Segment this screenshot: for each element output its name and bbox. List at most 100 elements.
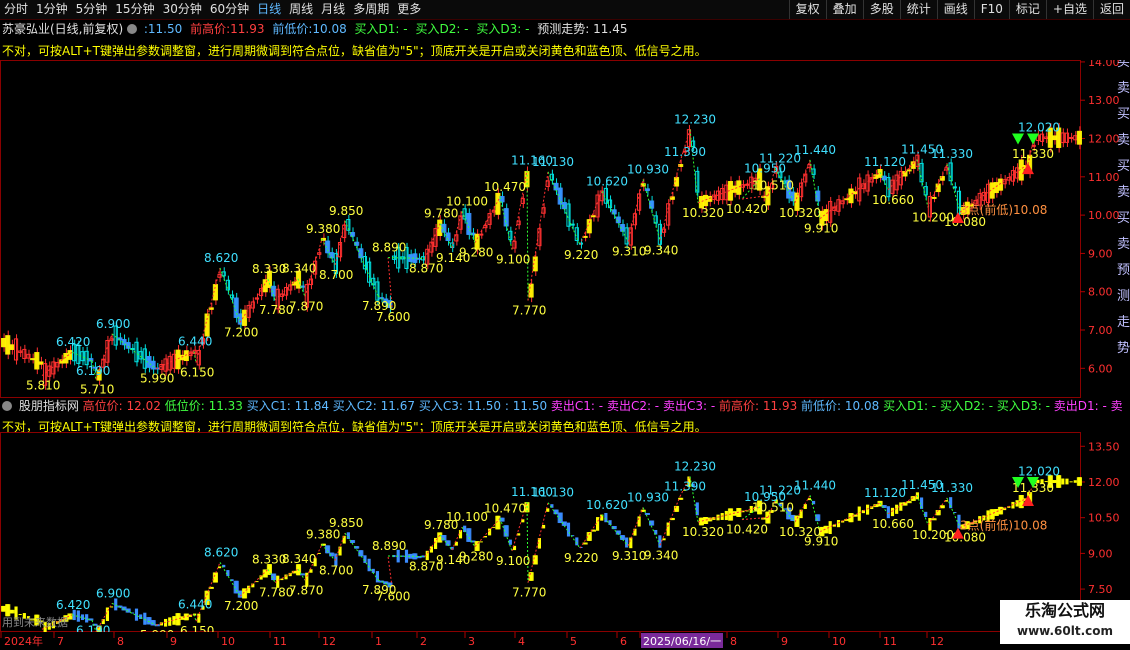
pivot-label: 6.900	[96, 317, 130, 331]
candle	[866, 504, 870, 515]
y-axis-label: 10.00	[1088, 209, 1120, 222]
right-strip-char: 卖	[1117, 185, 1130, 200]
indicator-chart[interactable]: 13.5012.0010.509.007.505.8106.4206.1905.…	[0, 432, 1130, 632]
period-tab-4[interactable]: 30分钟	[159, 0, 206, 19]
indicator-field-3: 买入C2: 11.67	[328, 399, 416, 413]
tool-buttons: 复权 叠加 多股 统计 画线 F10 标记 +自选 返回	[788, 0, 1130, 19]
candle	[491, 206, 496, 217]
period-tab-9[interactable]: 多周期	[349, 0, 393, 19]
right-strip-char: 买	[1117, 211, 1130, 226]
indicator-field-13: 买入D3: -	[993, 399, 1050, 413]
period-tab-1[interactable]: 1分钟	[32, 0, 72, 19]
pivot-label: 5.710	[80, 382, 114, 396]
y-axis-label: 10.50	[1088, 512, 1120, 525]
indicator-field-5: : 11.50	[501, 399, 548, 413]
candle	[836, 520, 841, 528]
zigzag-segment	[499, 518, 513, 552]
candle	[528, 572, 534, 581]
future-data-label: 用到未来数据	[2, 616, 68, 629]
candle	[566, 199, 571, 231]
buy-d3: 买入D3: -	[476, 22, 530, 36]
indicator-circle-icon[interactable]	[2, 401, 12, 411]
right-strip-char: 买	[1117, 159, 1130, 174]
watermark-url: www.60lt.com	[1016, 624, 1114, 638]
candle	[1006, 172, 1011, 185]
pivot-label: 10.100	[446, 194, 488, 208]
tool-button-0[interactable]: 复权	[788, 0, 826, 19]
buy-d2: 买入D2: -	[415, 22, 469, 36]
period-tab-0[interactable]: 分时	[0, 0, 32, 19]
pivot-label: 6.150	[180, 624, 214, 632]
candle	[740, 180, 746, 192]
pivot-label: 7.770	[512, 586, 546, 600]
pivot-label: 9.220	[564, 248, 598, 262]
candle	[629, 537, 633, 549]
main-note: 不对，可按ALT+T键弹出参数调整窗，进行周期微调到符合点位，缺省值为"5"；顶…	[2, 44, 707, 58]
tool-button-8[interactable]: 返回	[1092, 0, 1130, 19]
right-strip-char: 卖	[1117, 81, 1130, 96]
candle	[492, 526, 496, 528]
date-axis: 2024年 7 8 9 10 11 12 1 2 3 4 5 6 2025/06/16/一 8 9 10 11 12	[0, 632, 1000, 650]
tool-button-1[interactable]: 叠加	[825, 0, 863, 19]
x-axis-label: 5	[570, 635, 577, 648]
period-tab-3[interactable]: 15分钟	[111, 0, 158, 19]
candle	[212, 572, 218, 583]
right-strip-char: 卖	[1117, 133, 1130, 148]
pivot-label: 9.310	[612, 549, 646, 563]
zigzag-segment	[219, 562, 241, 597]
settings-circle-icon[interactable]	[127, 24, 138, 34]
candle	[1065, 478, 1069, 485]
candle	[143, 612, 147, 625]
tool-button-4[interactable]: 画线	[936, 0, 974, 19]
pivot-label: 10.510	[752, 500, 794, 514]
pivot-label: 5.810	[26, 379, 60, 393]
candle	[441, 535, 447, 541]
candle	[865, 170, 870, 196]
prev-low-label: 前低价:	[272, 22, 313, 36]
candle	[575, 537, 579, 546]
period-tab-5[interactable]: 60分钟	[206, 0, 253, 19]
candle	[309, 569, 313, 573]
candle	[22, 344, 27, 364]
pivot-label: 6.900	[96, 586, 130, 600]
candle	[183, 345, 189, 366]
period-tab-7[interactable]: 周线	[285, 0, 317, 19]
pivot-label: 12.020	[1018, 465, 1060, 479]
tool-button-5[interactable]: F10	[973, 0, 1009, 19]
indicator-field-11: 买入D1: -	[879, 399, 937, 413]
candle	[433, 223, 438, 252]
pivot-label: 9.280	[459, 246, 493, 260]
candle	[1069, 132, 1074, 143]
main-price-chart[interactable]: 14.00 13.00 12.00 11.00 10.00 9.00 8.00 7.00 6.0…	[0, 60, 1130, 398]
period-toolbar: 分时 1分钟 5分钟 15分钟 30分钟 60分钟 日线 周线 月线 多周期 更多 复权 叠加 多股 统计…	[0, 0, 1130, 20]
pivot-label: 10.470	[484, 501, 526, 515]
candle	[171, 349, 176, 373]
candle	[221, 267, 226, 281]
tool-button-3[interactable]: 统计	[899, 0, 937, 19]
period-tab-6[interactable]: 日线	[253, 0, 285, 19]
candle	[284, 574, 288, 580]
right-strip-char: 预	[1117, 263, 1130, 278]
tool-button-6[interactable]: 标记	[1008, 0, 1046, 19]
period-tab-10[interactable]: 更多	[393, 0, 425, 19]
candle	[637, 516, 641, 527]
candle	[673, 505, 680, 512]
candle	[1061, 478, 1065, 485]
indicator-field-7: 卖出C2: -	[603, 399, 660, 413]
prev-high-value: 11.93	[230, 22, 265, 36]
candle	[745, 179, 750, 189]
x-axis-label: 6	[620, 635, 627, 648]
period-tab-8[interactable]: 月线	[317, 0, 349, 19]
candle	[349, 227, 356, 242]
indicator-title: 股朋指标网	[18, 399, 79, 413]
stock-title: 苏豪弘业(日线,前复权)	[2, 22, 124, 36]
candle	[807, 498, 811, 501]
candle	[342, 220, 347, 243]
tool-button-7[interactable]: +自选	[1045, 0, 1093, 19]
candle	[109, 334, 114, 345]
period-tab-2[interactable]: 5分钟	[72, 0, 112, 19]
y-axis-label: 13.00	[1088, 94, 1120, 107]
tool-button-2[interactable]: 多股	[862, 0, 900, 19]
pivot-label: 10.930	[627, 490, 669, 504]
y-axis-label: 14.00	[1088, 60, 1120, 69]
